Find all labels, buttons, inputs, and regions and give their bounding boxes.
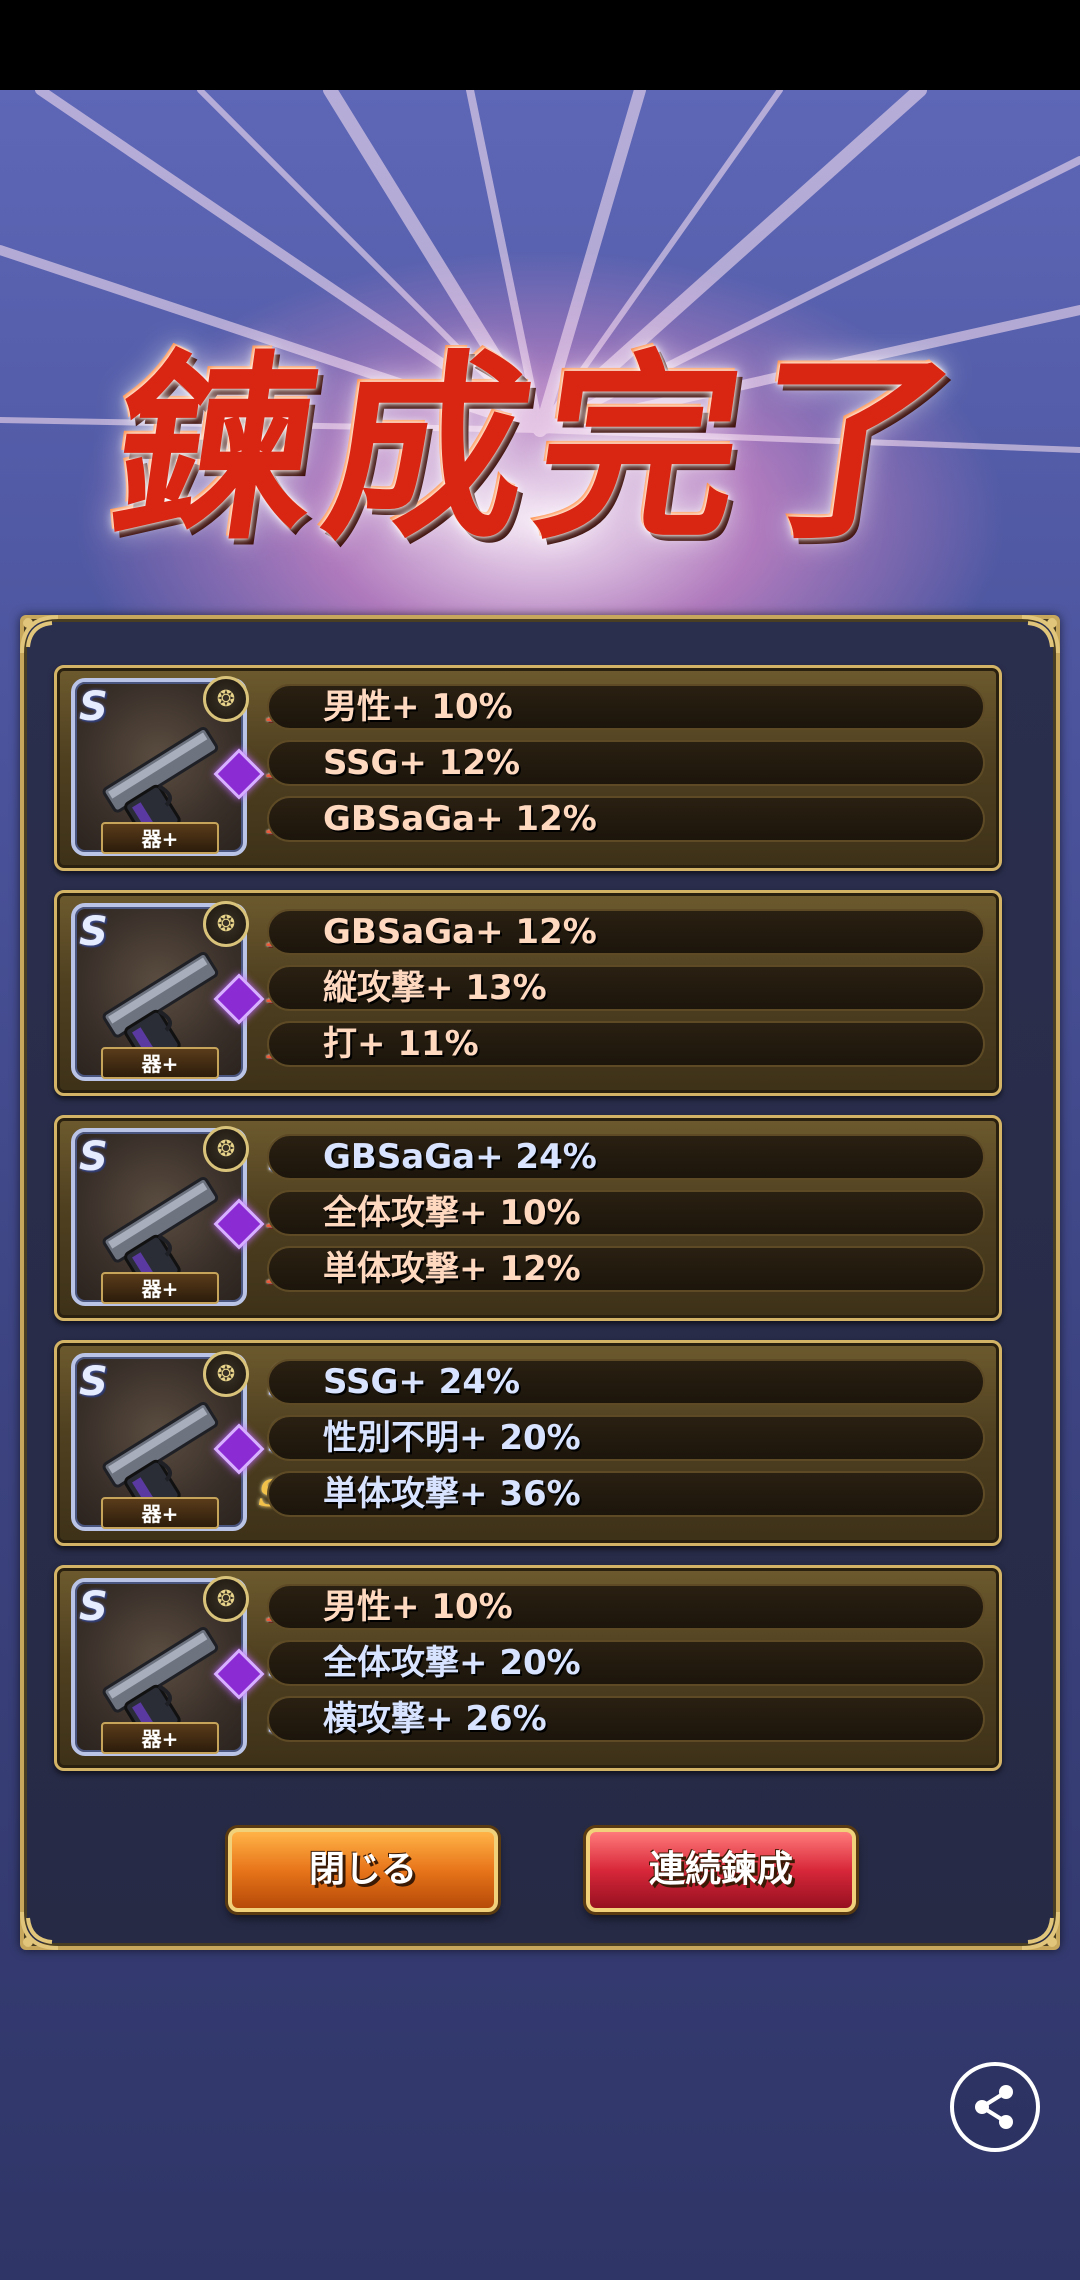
forge-result-card: S❂器+SGBSaGa+ 24%A全体攻撃+ 10%A単体攻撃+ 12% xyxy=(54,1115,1002,1321)
ornament-corner-icon xyxy=(1021,615,1060,654)
handgun-icon xyxy=(102,726,219,834)
bullet-type-icon: ❂ xyxy=(203,1576,249,1622)
weapon-rank-icon: S xyxy=(79,1134,108,1180)
ability-row: SSG+ 12% xyxy=(267,740,985,786)
bullet-type-icon: ❂ xyxy=(203,1351,249,1397)
weapon-thumbnail[interactable]: S ❂ 器+ xyxy=(71,901,265,1081)
bullet-type-icon: ❂ xyxy=(203,676,249,722)
weapon-tag: 器+ xyxy=(101,1047,219,1079)
ability-row: 男性+ 10% xyxy=(267,1584,985,1630)
weapon-rank-icon: S xyxy=(79,1584,108,1630)
weapon-rank-icon: S xyxy=(79,1359,108,1405)
ability-row: 全体攻撃+ 10% xyxy=(267,1190,985,1236)
forge-complete-title: 鍊成完了 xyxy=(90,300,990,600)
weapon-tag: 器+ xyxy=(101,1722,219,1754)
bullet-type-icon: ❂ xyxy=(203,901,249,947)
ornament-corner-icon xyxy=(20,1911,59,1950)
ability-row: GBSaGa+ 24% xyxy=(267,1134,985,1180)
ability-row: 横攻撃+ 26% xyxy=(267,1696,985,1742)
ornament-corner-icon xyxy=(1021,1911,1060,1950)
ability-row: 打+ 11% xyxy=(267,1021,985,1067)
ability-row: 性別不明+ 20% xyxy=(267,1415,985,1461)
weapon-tag: 器+ xyxy=(101,1497,219,1529)
ability-row: 単体攻撃+ 36% xyxy=(267,1471,985,1517)
weapon-tag: 器+ xyxy=(101,822,219,854)
handgun-icon xyxy=(102,1176,219,1284)
title-text: 鍊成完了 xyxy=(99,332,981,567)
forge-result-card: S❂器+SSSG+ 24%S性別不明+ 20%SS単体攻撃+ 36% xyxy=(54,1340,1002,1546)
forge-result-card: S❂器+A男性+ 10%ASSG+ 12%AGBSaGa+ 12% xyxy=(54,665,1002,871)
forge-result-card: S❂器+AGBSaGa+ 12%A縦攻撃+ 13%A打+ 11% xyxy=(54,890,1002,1096)
weapon-thumbnail[interactable]: S ❂ 器+ xyxy=(71,1576,265,1756)
weapon-thumbnail[interactable]: S ❂ 器+ xyxy=(71,1126,265,1306)
weapon-tag: 器+ xyxy=(101,1272,219,1304)
ability-row: GBSaGa+ 12% xyxy=(267,909,985,955)
weapon-thumbnail[interactable]: S ❂ 器+ xyxy=(71,1351,265,1531)
weapon-thumbnail[interactable]: S ❂ 器+ xyxy=(71,676,265,856)
weapon-rank-icon: S xyxy=(79,684,108,730)
ability-row: 男性+ 10% xyxy=(267,684,985,730)
bullet-type-icon: ❂ xyxy=(203,1126,249,1172)
handgun-icon xyxy=(102,1401,219,1509)
ornament-corner-icon xyxy=(20,615,59,654)
ability-row: SSG+ 24% xyxy=(267,1359,985,1405)
status-bar xyxy=(0,0,1080,90)
close-button[interactable]: 閉じる xyxy=(228,1828,498,1912)
share-icon xyxy=(975,2085,1013,2129)
handgun-icon xyxy=(102,1626,219,1734)
share-button[interactable] xyxy=(950,2062,1040,2152)
ability-row: 全体攻撃+ 20% xyxy=(267,1640,985,1686)
ability-row: 縦攻撃+ 13% xyxy=(267,965,985,1011)
forge-result-card: S❂器+A男性+ 10%S全体攻撃+ 20%S横攻撃+ 26% xyxy=(54,1565,1002,1771)
weapon-rank-icon: S xyxy=(79,909,108,955)
ability-row: 単体攻撃+ 12% xyxy=(267,1246,985,1292)
continuous-forge-button[interactable]: 連続鍊成 xyxy=(586,1828,856,1912)
handgun-icon xyxy=(102,951,219,1059)
ability-row: GBSaGa+ 12% xyxy=(267,796,985,842)
